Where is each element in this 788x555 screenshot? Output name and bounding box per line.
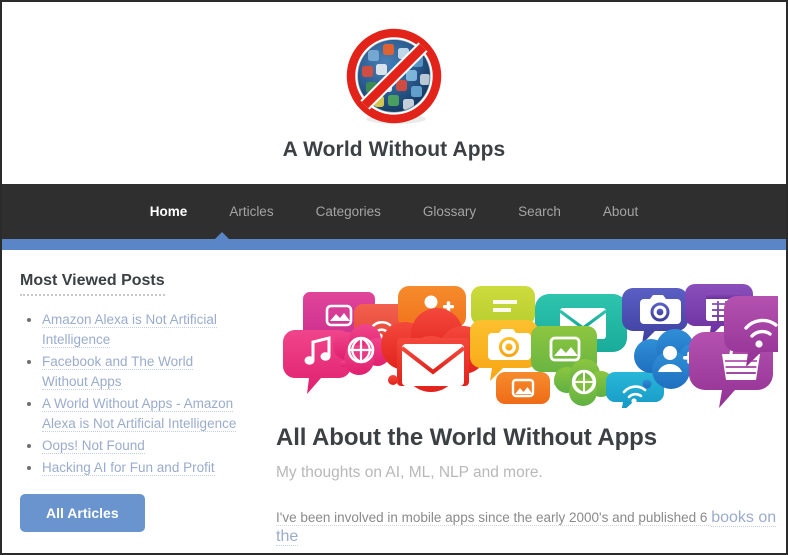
post-link-oops-not-found[interactable]: Oops! Not Found (42, 438, 145, 454)
accent-bar (2, 232, 786, 250)
sidebar: Most Viewed Posts Amazon Alexa is Not Ar… (2, 250, 258, 532)
list-item: Amazon Alexa is Not Artificial Intellige… (42, 310, 240, 350)
no-apps-globe-icon (346, 28, 442, 124)
site-logo[interactable] (342, 24, 446, 128)
site-title: A World Without Apps (282, 138, 506, 161)
site-header: A World Without Apps (2, 2, 786, 162)
intro-paragraph: I've been involved in mobile apps since … (276, 510, 712, 526)
active-nav-indicator-icon (214, 232, 230, 240)
content-row: Most Viewed Posts Amazon Alexa is Not Ar… (2, 250, 786, 546)
post-link-amazon-alexa[interactable]: Amazon Alexa is Not Artificial Intellige… (42, 312, 217, 348)
page-subtitle: My thoughts on AI, ML, NLP and more. (276, 464, 543, 481)
nav-list: Home Articles Categories Glossary Search… (2, 184, 786, 239)
page-title: All About the World Without Apps (276, 424, 657, 451)
list-item: Facebook and The World Without Apps (42, 352, 240, 392)
post-link-facebook-world-without-apps[interactable]: Facebook and The World Without Apps (42, 354, 194, 390)
nav-item-home[interactable]: Home (129, 204, 209, 219)
post-link-world-without-apps-alexa[interactable]: A World Without Apps - Amazon Alexa is N… (42, 396, 237, 432)
list-item: Hacking AI for Fun and Profit (42, 458, 240, 478)
nav-item-about[interactable]: About (582, 204, 659, 219)
intro-paragraph-wrap: I've been involved in mobile apps since … (276, 508, 778, 546)
main-navigation: Home Articles Categories Glossary Search… (2, 184, 786, 239)
post-link-hacking-ai[interactable]: Hacking AI for Fun and Profit (42, 460, 215, 476)
most-viewed-posts-list: Amazon Alexa is Not Artificial Intellige… (20, 310, 240, 478)
page-root: A World Without Apps Home Articles Categ… (0, 0, 788, 555)
all-articles-button[interactable]: All Articles (20, 494, 145, 532)
list-item: Oops! Not Found (42, 436, 240, 456)
nav-item-search[interactable]: Search (497, 204, 582, 219)
list-item: A World Without Apps - Amazon Alexa is N… (42, 394, 240, 434)
main-content: All About the World Without Apps My thou… (258, 250, 786, 546)
sidebar-heading: Most Viewed Posts (20, 272, 165, 296)
speech-bubbles-app-icons-banner (283, 284, 778, 408)
nav-item-articles[interactable]: Articles (208, 204, 294, 219)
nav-item-categories[interactable]: Categories (295, 204, 402, 219)
nav-item-glossary[interactable]: Glossary (402, 204, 497, 219)
